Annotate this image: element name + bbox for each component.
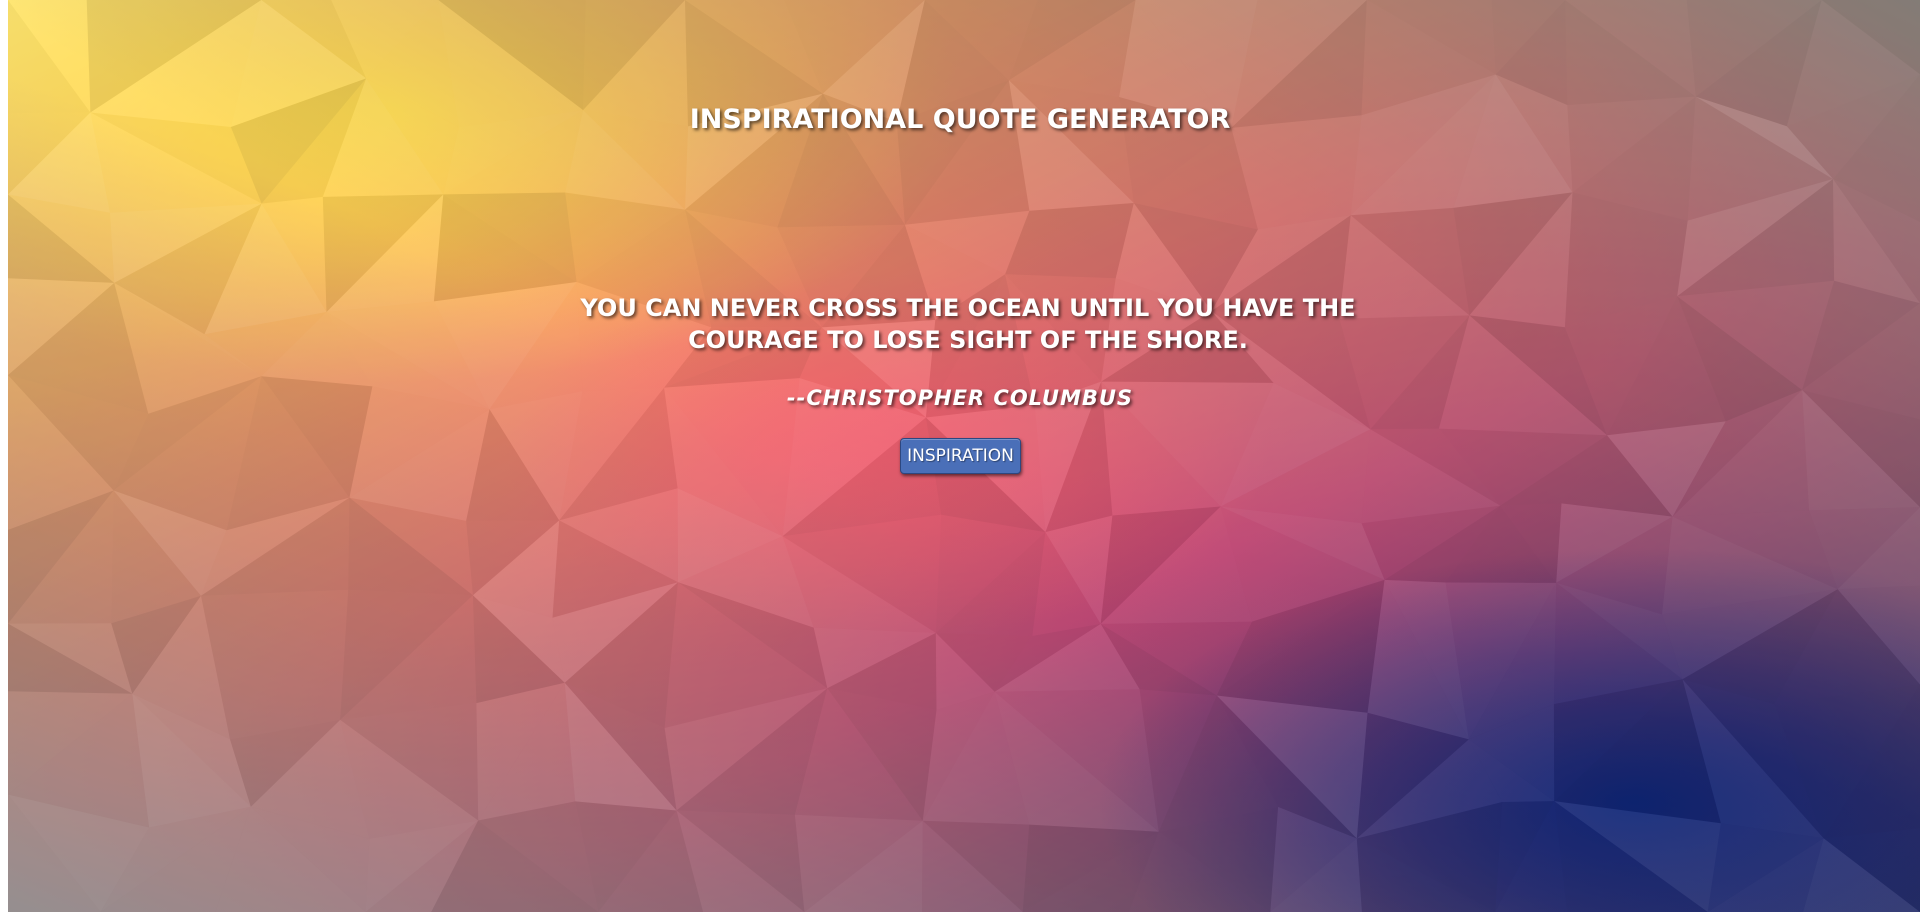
- inspiration-button[interactable]: INSPIRATION: [900, 438, 1021, 474]
- app-root: INSPIRATIONAL QUOTE GENERATOR YOU CAN NE…: [8, 0, 1920, 912]
- quote-author: --CHRISTOPHER COLUMBUS: [786, 386, 1134, 410]
- quote-text: YOU CAN NEVER CROSS THE OCEAN UNTIL YOU …: [568, 292, 1368, 356]
- quote-line-2: COURAGE TO LOSE SIGHT OF THE SHORE.: [688, 326, 1248, 354]
- page-title: INSPIRATIONAL QUOTE GENERATOR: [689, 104, 1231, 135]
- quote-line-1: YOU CAN NEVER CROSS THE OCEAN UNTIL YOU …: [580, 294, 1356, 322]
